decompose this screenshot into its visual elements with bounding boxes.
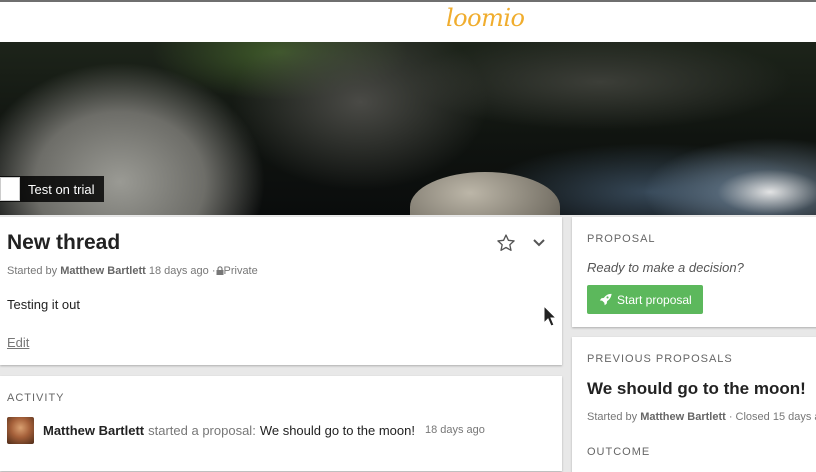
started-by-label: Started by bbox=[7, 265, 58, 277]
cover-rock bbox=[410, 172, 560, 215]
proposal-heading: PROPOSAL bbox=[587, 233, 656, 245]
group-cover-photo bbox=[0, 42, 816, 215]
activity-verb: started a proposal: bbox=[148, 422, 256, 438]
thread-author[interactable]: Matthew Bartlett bbox=[60, 265, 146, 277]
proposal-author[interactable]: Matthew Bartlett bbox=[640, 411, 726, 423]
outcome-heading: OUTCOME bbox=[587, 446, 651, 458]
start-proposal-label: Start proposal bbox=[617, 292, 692, 307]
star-icon[interactable] bbox=[496, 233, 516, 253]
previous-proposal-meta: Started by Matthew Bartlett · Closed 15 … bbox=[587, 411, 816, 423]
activity-heading: ACTIVITY bbox=[7, 392, 65, 404]
thread-description: Testing it out bbox=[7, 297, 80, 312]
previous-proposals-heading: PREVIOUS PROPOSALS bbox=[587, 353, 733, 365]
privacy-label: Private bbox=[223, 265, 258, 277]
started-by-label: Started by bbox=[587, 411, 638, 423]
lock-icon bbox=[216, 266, 223, 275]
group-name-chip[interactable]: Test on trial bbox=[0, 176, 105, 202]
activity-target[interactable]: We should go to the moon! bbox=[260, 423, 415, 438]
avatar[interactable] bbox=[7, 416, 34, 444]
thread-meta: Started by Matthew Bartlett 18 days ago … bbox=[7, 265, 258, 277]
loomio-logo[interactable]: loomio bbox=[446, 4, 525, 32]
previous-proposals-card: PREVIOUS PROPOSALS We should go to the m… bbox=[572, 337, 816, 472]
activity-item: Matthew Bartlett started a proposal: We … bbox=[7, 416, 485, 444]
activity-time: 18 days ago bbox=[424, 424, 485, 436]
thread-card: New thread Started by Matthew Bartlett 1… bbox=[0, 217, 562, 365]
edit-thread-link[interactable]: Edit bbox=[7, 335, 29, 350]
activity-actor[interactable]: Matthew Bartlett bbox=[43, 423, 144, 438]
thread-time: 18 days ago bbox=[148, 265, 209, 277]
group-logo bbox=[0, 177, 20, 201]
closed-text: · Closed 15 days a bbox=[728, 411, 816, 423]
activity-card: ACTIVITY Matthew Bartlett started a prop… bbox=[0, 376, 562, 471]
top-navbar: loomio bbox=[0, 0, 816, 42]
chevron-down-icon[interactable] bbox=[531, 237, 547, 249]
thread-title: New thread bbox=[7, 231, 121, 254]
start-proposal-button[interactable]: Start proposal bbox=[587, 285, 703, 314]
proposal-prompt: Ready to make a decision? bbox=[587, 260, 744, 275]
mouse-cursor-icon bbox=[543, 305, 557, 327]
rocket-icon bbox=[599, 293, 612, 306]
previous-proposal-title[interactable]: We should go to the moon! bbox=[587, 379, 806, 399]
proposal-card: PROPOSAL Ready to make a decision? Start… bbox=[572, 217, 816, 327]
group-name: Test on trial bbox=[28, 181, 95, 197]
